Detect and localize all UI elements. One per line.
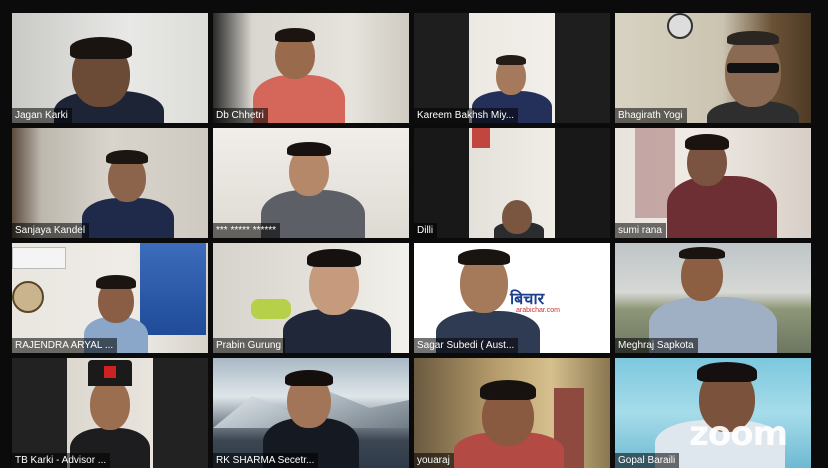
participant-name: Sanjaya Kandel: [12, 223, 90, 238]
banner-logo: बिचार: [510, 291, 545, 308]
participant-tile[interactable]: Jagan Karki: [12, 13, 208, 123]
participant-name: Prabin Gurung: [213, 338, 286, 353]
participant-name: Db Chhetri: [213, 108, 268, 123]
zoom-watermark: zoom: [689, 414, 788, 454]
banner-url: arabichar.com: [516, 307, 560, 314]
participant-tile[interactable]: Bhagirath Yogi: [615, 13, 811, 123]
participant-name: *** ***** ******: [213, 223, 281, 238]
participant-name: TB Karki - Advisor ...: [12, 453, 111, 468]
participant-video: [283, 309, 391, 353]
participant-name: Sagar Subedi ( Aust...: [414, 338, 519, 353]
participant-name: RK SHARMA Secetr...: [213, 453, 319, 468]
participant-name: sumi rana: [615, 223, 666, 238]
participant-tile[interactable]: RAJENDRA ARYAL ...: [12, 243, 208, 353]
participant-name: Bhagirath Yogi: [615, 108, 687, 123]
participant-tile[interactable]: youaraj: [414, 358, 610, 468]
participant-name: Meghraj Sapkota: [615, 338, 698, 353]
participant-tile[interactable]: Meghraj Sapkota: [615, 243, 811, 353]
participant-tile[interactable]: Db Chhetri: [213, 13, 409, 123]
participant-tile[interactable]: Sanjaya Kandel: [12, 128, 208, 238]
participant-tile[interactable]: RK SHARMA Secetr...: [213, 358, 409, 468]
participant-tile[interactable]: Dilli: [414, 128, 610, 238]
participant-tile[interactable]: बिचार arabichar.com Sagar Subedi ( Aust.…: [414, 243, 610, 353]
wall-clock: [667, 13, 693, 39]
participant-name: Jagan Karki: [12, 108, 72, 123]
participant-tile[interactable]: sumi rana: [615, 128, 811, 238]
participant-video: [667, 176, 777, 238]
participant-tile-active-speaker[interactable]: zoom Gopal Baraili: [615, 358, 811, 468]
participant-tile[interactable]: *** ***** ******: [213, 128, 409, 238]
participant-name: Dilli: [414, 223, 438, 238]
participant-name: RAJENDRA ARYAL ...: [12, 338, 118, 353]
video-gallery: Jagan Karki Db Chhetri Kareem Bakhsh Miy…: [12, 13, 812, 468]
participant-tile[interactable]: Kareem Bakhsh Miy...: [414, 13, 610, 123]
participant-tile[interactable]: Prabin Gurung: [213, 243, 409, 353]
participant-tile[interactable]: TB Karki - Advisor ...: [12, 358, 208, 468]
participant-name: youaraj: [414, 453, 454, 468]
participant-name: Gopal Baraili: [615, 453, 680, 468]
participant-video: [82, 198, 174, 238]
participant-name: Kareem Bakhsh Miy...: [414, 108, 519, 123]
